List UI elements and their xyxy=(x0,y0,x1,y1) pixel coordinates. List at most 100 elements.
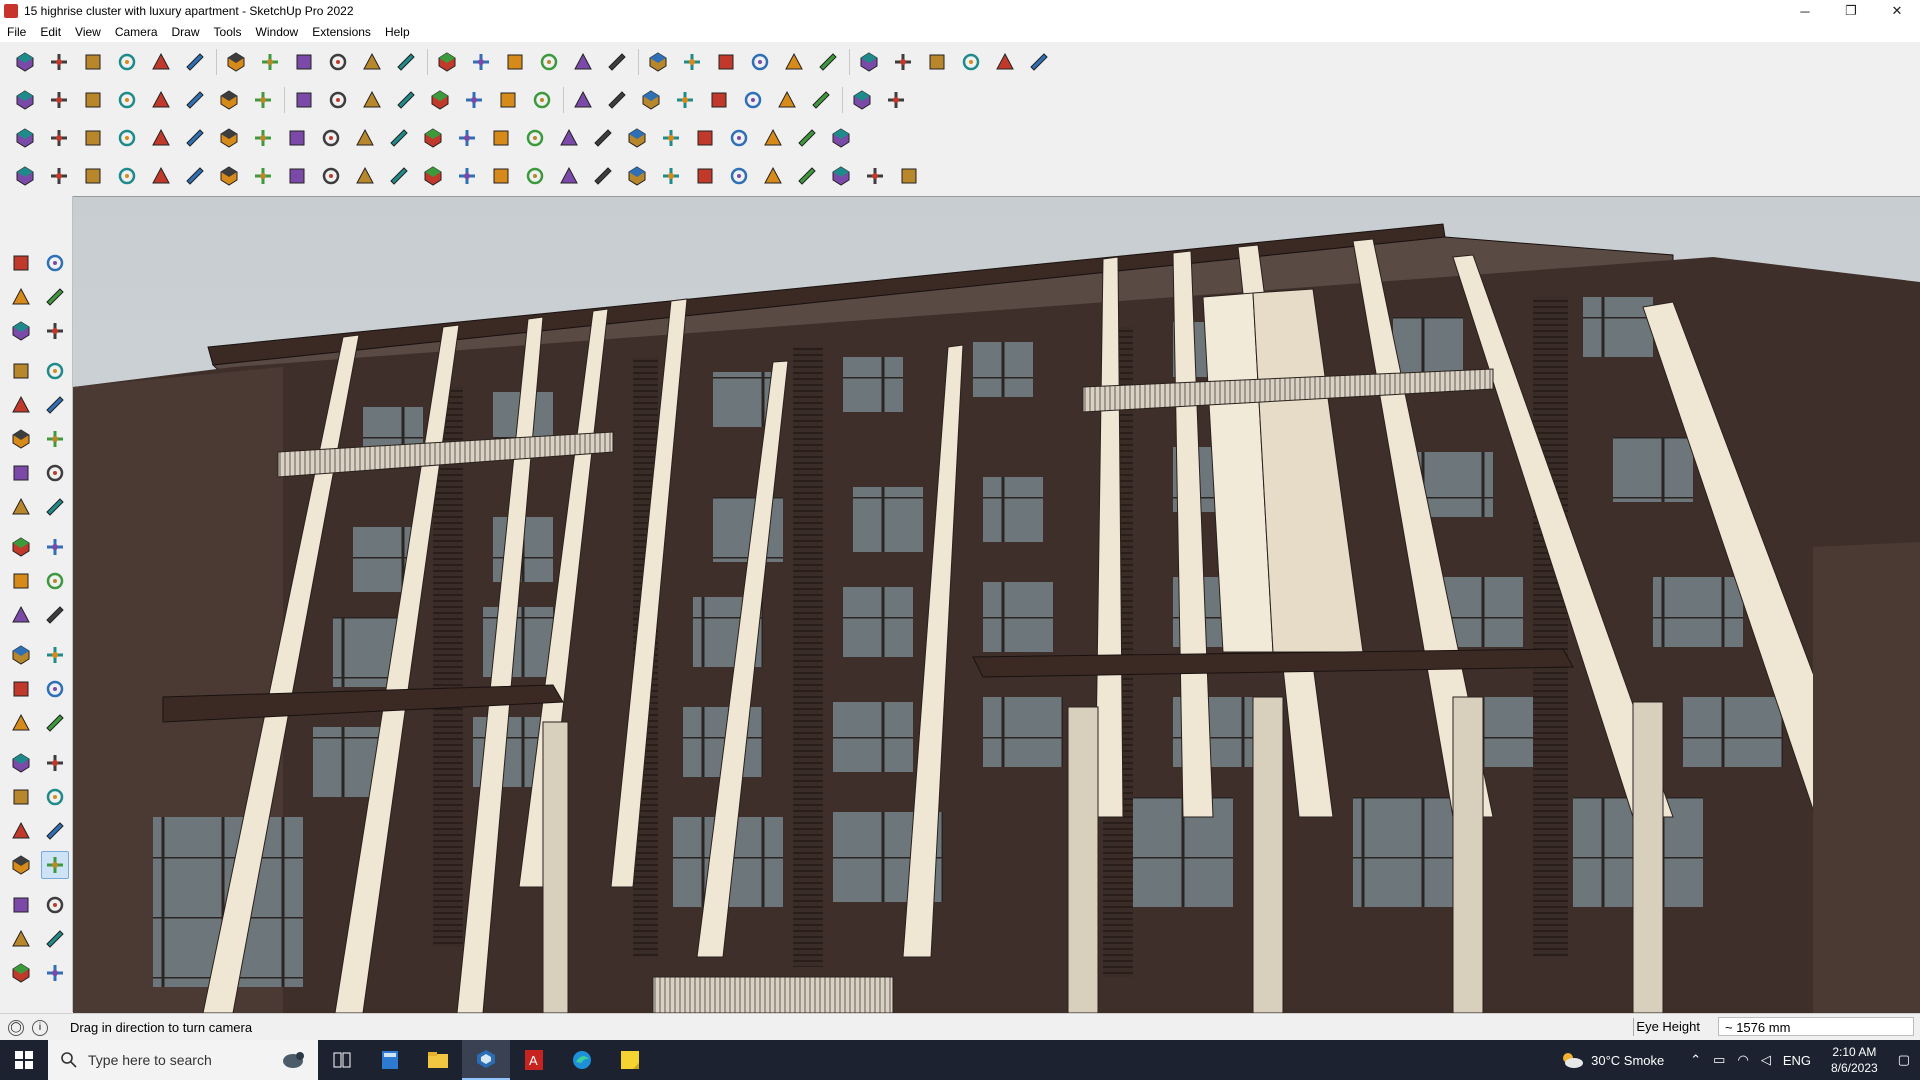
taskbar-acrobat[interactable]: A xyxy=(510,1040,558,1080)
geolocation-status-icon[interactable]: ◯ xyxy=(8,1019,24,1036)
facade-button[interactable] xyxy=(726,163,752,189)
section-plane-button[interactable] xyxy=(645,49,671,75)
scale-tool[interactable] xyxy=(7,601,35,629)
redo-button[interactable] xyxy=(992,49,1018,75)
section-fill-tool[interactable] xyxy=(41,925,69,953)
menu-file[interactable]: File xyxy=(0,22,33,42)
menu-extensions[interactable]: Extensions xyxy=(305,22,378,42)
menu-window[interactable]: Window xyxy=(249,22,306,42)
truss-button[interactable] xyxy=(658,163,684,189)
warehouse-button[interactable] xyxy=(856,49,882,75)
eraser-button[interactable] xyxy=(80,49,106,75)
orbit-nav-tool[interactable] xyxy=(7,749,35,777)
wave-button[interactable] xyxy=(216,163,242,189)
gear-button[interactable] xyxy=(692,125,718,151)
offset-tool[interactable] xyxy=(41,601,69,629)
walk-tool[interactable] xyxy=(7,891,35,919)
fog-button[interactable] xyxy=(570,87,596,113)
push-pull-tool[interactable] xyxy=(41,533,69,561)
taskbar-sketchup[interactable] xyxy=(462,1040,510,1080)
taskbar-calculator[interactable] xyxy=(366,1040,414,1080)
column-button[interactable] xyxy=(590,163,616,189)
plane-blue-button[interactable] xyxy=(46,125,72,151)
rotate-button[interactable] xyxy=(325,49,351,75)
left-view-button[interactable] xyxy=(182,87,208,113)
layers-tool[interactable] xyxy=(7,959,35,987)
rectangle-tool[interactable] xyxy=(7,391,35,419)
extrude-button[interactable] xyxy=(284,125,310,151)
orbit-tool[interactable] xyxy=(41,249,69,277)
pan-button[interactable] xyxy=(536,49,562,75)
back-view-button[interactable] xyxy=(148,87,174,113)
plane-green-button[interactable] xyxy=(114,125,140,151)
pencil-button[interactable] xyxy=(114,49,140,75)
components-button[interactable] xyxy=(781,49,807,75)
cone-button[interactable] xyxy=(488,125,514,151)
curve-button[interactable] xyxy=(706,87,732,113)
top-view-button[interactable] xyxy=(46,87,72,113)
push-pull-button[interactable] xyxy=(223,49,249,75)
right-view-button[interactable] xyxy=(114,87,140,113)
follow-me-tool[interactable] xyxy=(41,567,69,595)
minimize-button[interactable]: ─ xyxy=(1782,0,1828,22)
pattern-button[interactable] xyxy=(896,163,922,189)
line-tool[interactable] xyxy=(7,357,35,385)
shade-button[interactable] xyxy=(794,163,820,189)
start-button[interactable] xyxy=(0,1040,48,1080)
joint-button[interactable] xyxy=(352,125,378,151)
subtract-button[interactable] xyxy=(808,87,834,113)
model-viewport[interactable] xyxy=(73,196,1920,1013)
mirror-button[interactable] xyxy=(420,125,446,151)
wifi-icon[interactable]: ◠ xyxy=(1737,1052,1748,1068)
battery-icon[interactable]: ▭ xyxy=(1713,1052,1725,1068)
position-camera-tool[interactable] xyxy=(7,851,35,879)
dimension-tool[interactable] xyxy=(41,641,69,669)
array-button[interactable] xyxy=(386,125,412,151)
styles-button[interactable] xyxy=(747,49,773,75)
two-point-arc-tool[interactable] xyxy=(7,493,35,521)
spring-button[interactable] xyxy=(658,125,684,151)
chevron-up-icon[interactable]: ⌃ xyxy=(1690,1052,1701,1068)
menu-view[interactable]: View xyxy=(68,22,108,42)
louver-button[interactable] xyxy=(760,163,786,189)
curve-line-button[interactable] xyxy=(46,163,72,189)
close-button[interactable]: ✕ xyxy=(1874,0,1920,22)
extension-manager-button[interactable] xyxy=(890,49,916,75)
zoom-button[interactable] xyxy=(12,49,38,75)
helix-button[interactable] xyxy=(590,125,616,151)
zoom-tool[interactable] xyxy=(7,783,35,811)
front-view-button[interactable] xyxy=(80,87,106,113)
look-around-tool[interactable] xyxy=(41,851,69,879)
taskbar-search[interactable]: Type here to search xyxy=(48,1040,318,1080)
window-tool-button[interactable] xyxy=(420,163,446,189)
tape-tool[interactable] xyxy=(7,641,35,669)
tape-measure-tool[interactable] xyxy=(41,317,69,345)
menu-edit[interactable]: Edit xyxy=(33,22,68,42)
corner-button[interactable] xyxy=(12,163,38,189)
select-button[interactable] xyxy=(46,49,72,75)
split-button[interactable] xyxy=(849,87,875,113)
select-tool[interactable] xyxy=(7,249,35,277)
geo-location-button[interactable] xyxy=(815,49,841,75)
clock[interactable]: 2:10 AM 8/6/2023 xyxy=(1831,1044,1878,1076)
section-display-button[interactable] xyxy=(679,49,705,75)
rotated-rectangle-tool[interactable] xyxy=(41,391,69,419)
measurements-input[interactable]: ~ 1576 mm xyxy=(1718,1017,1914,1036)
beam-button[interactable] xyxy=(556,163,582,189)
bezier-button[interactable] xyxy=(794,125,820,151)
weld-button[interactable] xyxy=(318,125,344,151)
sphere-button[interactable] xyxy=(148,163,174,189)
hook-button[interactable] xyxy=(318,163,344,189)
component-tool[interactable] xyxy=(7,317,35,345)
plane-yellow-button[interactable] xyxy=(80,125,106,151)
cube-blue-button[interactable] xyxy=(12,125,38,151)
weather-widget[interactable]: 30°C Smoke xyxy=(1559,1050,1664,1070)
bucket-button[interactable] xyxy=(80,163,106,189)
railing-button[interactable] xyxy=(386,163,412,189)
paint-bucket-tool[interactable] xyxy=(7,283,35,311)
3d-text-tool[interactable] xyxy=(41,709,69,737)
arc-button[interactable] xyxy=(672,87,698,113)
scale-button[interactable] xyxy=(359,49,385,75)
lasso-button[interactable] xyxy=(148,49,174,75)
polygon-tool[interactable] xyxy=(41,425,69,453)
